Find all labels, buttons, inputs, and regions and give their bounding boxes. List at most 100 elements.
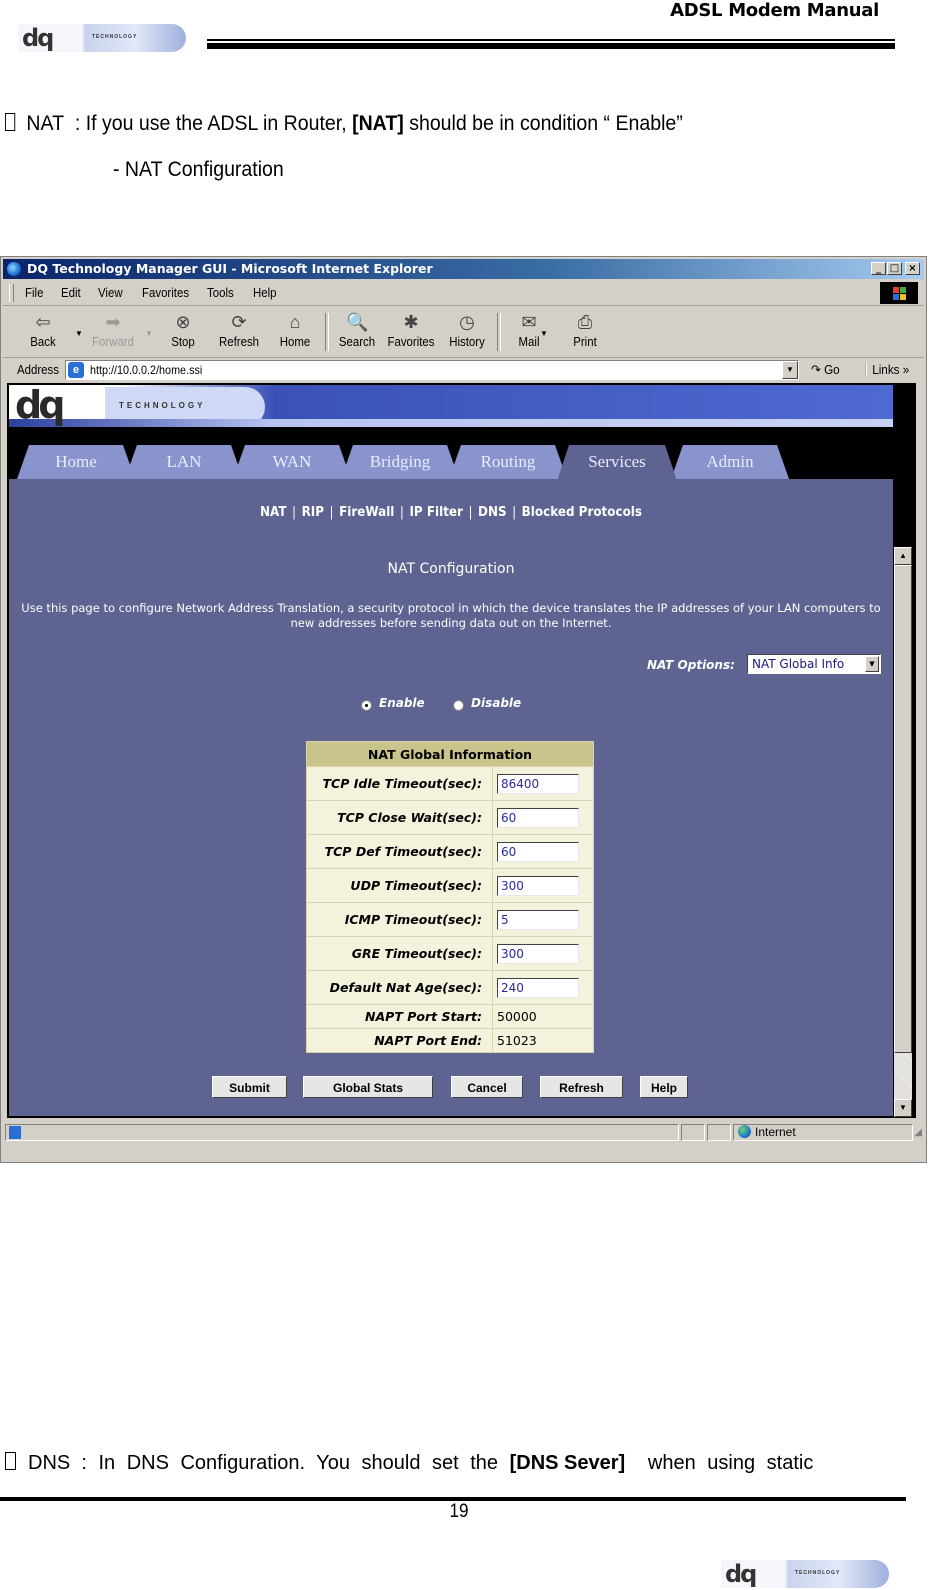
print-button[interactable]: ⎙ Print — [557, 309, 613, 355]
stop-button[interactable]: ⊗ Stop — [155, 309, 211, 355]
home-label: Home — [279, 334, 311, 349]
row-label: NAPT Port End: — [306, 1028, 493, 1053]
menu-help[interactable]: Help — [253, 285, 277, 300]
disable-label[interactable]: Disable — [471, 696, 521, 710]
menu-tools[interactable]: Tools — [207, 285, 234, 300]
menu-favorites[interactable]: Favorites — [142, 285, 189, 300]
tcp-close-wait-input[interactable]: 60 — [497, 807, 579, 828]
tab-bridging[interactable]: Bridging — [341, 445, 459, 479]
forward-button[interactable]: ➡ Forward — [85, 309, 141, 355]
nat-intro-text: : If you use the ADSL in Router, — [74, 112, 353, 135]
tcp-def-timeout-input[interactable]: 60 — [497, 841, 579, 862]
menu-file[interactable]: File — [25, 285, 43, 300]
back-label: Back — [30, 334, 56, 349]
subnav-firewall[interactable]: FireWall — [339, 505, 394, 520]
table-row: TCP Def Timeout(sec): 60 — [306, 834, 594, 869]
scroll-down-icon[interactable]: ▼ — [894, 1099, 912, 1117]
tcp-idle-timeout-input[interactable]: 86400 — [497, 773, 579, 794]
subnav-blocked-protocols[interactable]: Blocked Protocols — [522, 505, 642, 520]
home-button[interactable]: ⌂ Home — [267, 309, 323, 355]
menu-bar: File Edit View Favorites Tools Help — [3, 281, 924, 306]
menu-view[interactable]: View — [98, 285, 123, 300]
links-button[interactable]: Links » — [865, 362, 909, 377]
enable-label[interactable]: Enable — [379, 696, 425, 710]
tab-admin[interactable]: Admin — [671, 445, 789, 479]
favorites-button[interactable]: ✱ Favorites — [383, 309, 439, 355]
table-row: UDP Timeout(sec): 300 — [306, 868, 594, 903]
nat-intro-bold: [NAT] — [352, 112, 404, 135]
search-icon: 🔍 — [346, 312, 369, 332]
tab-wan[interactable]: WAN — [233, 445, 351, 479]
history-icon: ◷ — [459, 312, 475, 332]
nat-global-info-table: NAT Global Information TCP Idle Timeout(… — [306, 741, 594, 1053]
site-logo: dq — [15, 385, 65, 427]
scroll-thumb[interactable] — [894, 565, 912, 1053]
search-button[interactable]: 🔍 Search — [329, 309, 385, 355]
logo-text: dq — [725, 1560, 757, 1588]
napt-port-end-value: 51023 — [492, 1028, 594, 1053]
submit-button[interactable]: Submit — [212, 1076, 287, 1098]
enable-radio[interactable] — [361, 700, 372, 711]
favorites-icon: ✱ — [403, 312, 419, 332]
napt-port-start-value: 50000 — [492, 1004, 594, 1029]
forward-dropdown-icon[interactable]: ▼ — [145, 329, 153, 338]
back-button[interactable]: ⇦ Back — [15, 309, 71, 355]
services-subnav: NAT | RIP | FireWall | IP Filter | DNS | Blocked P… — [44, 505, 857, 520]
help-button[interactable]: Help — [640, 1076, 688, 1098]
tab-lan[interactable]: LAN — [125, 445, 243, 479]
subnav-separator: | — [512, 505, 517, 520]
address-dropdown-icon[interactable]: ▼ — [782, 361, 798, 379]
nat-options-select[interactable]: NAT Global Info ▼ — [747, 654, 881, 674]
toolbar-grip[interactable] — [9, 284, 14, 302]
tab-routing[interactable]: Routing — [449, 445, 567, 479]
search-label: Search — [338, 334, 376, 349]
refresh-label: Refresh — [218, 334, 260, 349]
row-label: GRE Timeout(sec): — [306, 936, 493, 971]
resize-grip-icon[interactable]: ◢ — [914, 1127, 922, 1138]
status-cell — [681, 1124, 705, 1141]
minimize-button[interactable]: _ — [871, 262, 886, 275]
nat-sub-heading: - NAT Configuration — [113, 158, 284, 181]
cancel-button[interactable]: Cancel — [451, 1076, 523, 1098]
refresh-page-button[interactable]: Refresh — [540, 1076, 623, 1098]
menu-edit[interactable]: Edit — [61, 285, 81, 300]
history-button[interactable]: ◷ History — [439, 309, 495, 355]
table-header: NAT Global Information — [306, 741, 594, 767]
subnav-rip[interactable]: RIP — [302, 505, 324, 520]
gre-timeout-input[interactable]: 300 — [497, 943, 579, 964]
forward-label: Forward — [92, 334, 134, 349]
table-row: Default Nat Age(sec): 240 — [306, 970, 594, 1005]
subnav-dns[interactable]: DNS — [478, 505, 507, 520]
subnav-ip-filter[interactable]: IP Filter — [409, 505, 462, 520]
browser-window: DQ Technology Manager GUI - Microsoft In… — [0, 256, 927, 1163]
dns-bold: [DNS Sever] — [509, 1452, 626, 1474]
global-stats-button[interactable]: Global Stats — [303, 1076, 433, 1098]
nat-intro-text-end: should be in condition “ Enable” — [403, 112, 683, 135]
disable-radio[interactable] — [453, 700, 464, 711]
tab-services[interactable]: Services — [557, 445, 677, 481]
icmp-timeout-input[interactable]: 5 — [497, 909, 579, 930]
default-nat-age-input[interactable]: 240 — [497, 977, 579, 998]
udp-timeout-input[interactable]: 300 — [497, 875, 579, 896]
title-bar: DQ Technology Manager GUI - Microsoft In… — [3, 259, 924, 279]
back-dropdown-icon[interactable]: ▼ — [75, 329, 83, 338]
close-button[interactable]: × — [905, 262, 920, 275]
go-label: Go — [824, 362, 840, 377]
logo-text: dq — [22, 24, 54, 52]
row-label: Default Nat Age(sec): — [306, 970, 493, 1005]
tab-home[interactable]: Home — [17, 445, 135, 479]
address-input[interactable]: e http://10.0.0.2/home.ssi ▼ — [65, 360, 799, 380]
subnav-nat[interactable]: NAT — [260, 505, 287, 520]
vertical-scrollbar[interactable]: ▲ ▼ — [894, 547, 912, 1117]
refresh-button[interactable]: ⟳ Refresh — [211, 309, 267, 355]
page-description: Use this page to configure Network Addre… — [21, 601, 881, 630]
mail-button[interactable]: ✉ Mail — [501, 309, 557, 355]
address-url[interactable]: http://10.0.0.2/home.ssi — [90, 363, 202, 377]
window-title: DQ Technology Manager GUI - Microsoft In… — [27, 261, 433, 276]
scroll-up-icon[interactable]: ▲ — [894, 547, 912, 565]
mail-dropdown-icon[interactable]: ▼ — [540, 329, 548, 338]
stop-icon: ⊗ — [175, 312, 191, 332]
go-button[interactable]: ↷ Go — [811, 362, 840, 378]
maximize-button[interactable]: □ — [887, 262, 902, 275]
chevron-down-icon[interactable]: ▼ — [865, 656, 879, 672]
